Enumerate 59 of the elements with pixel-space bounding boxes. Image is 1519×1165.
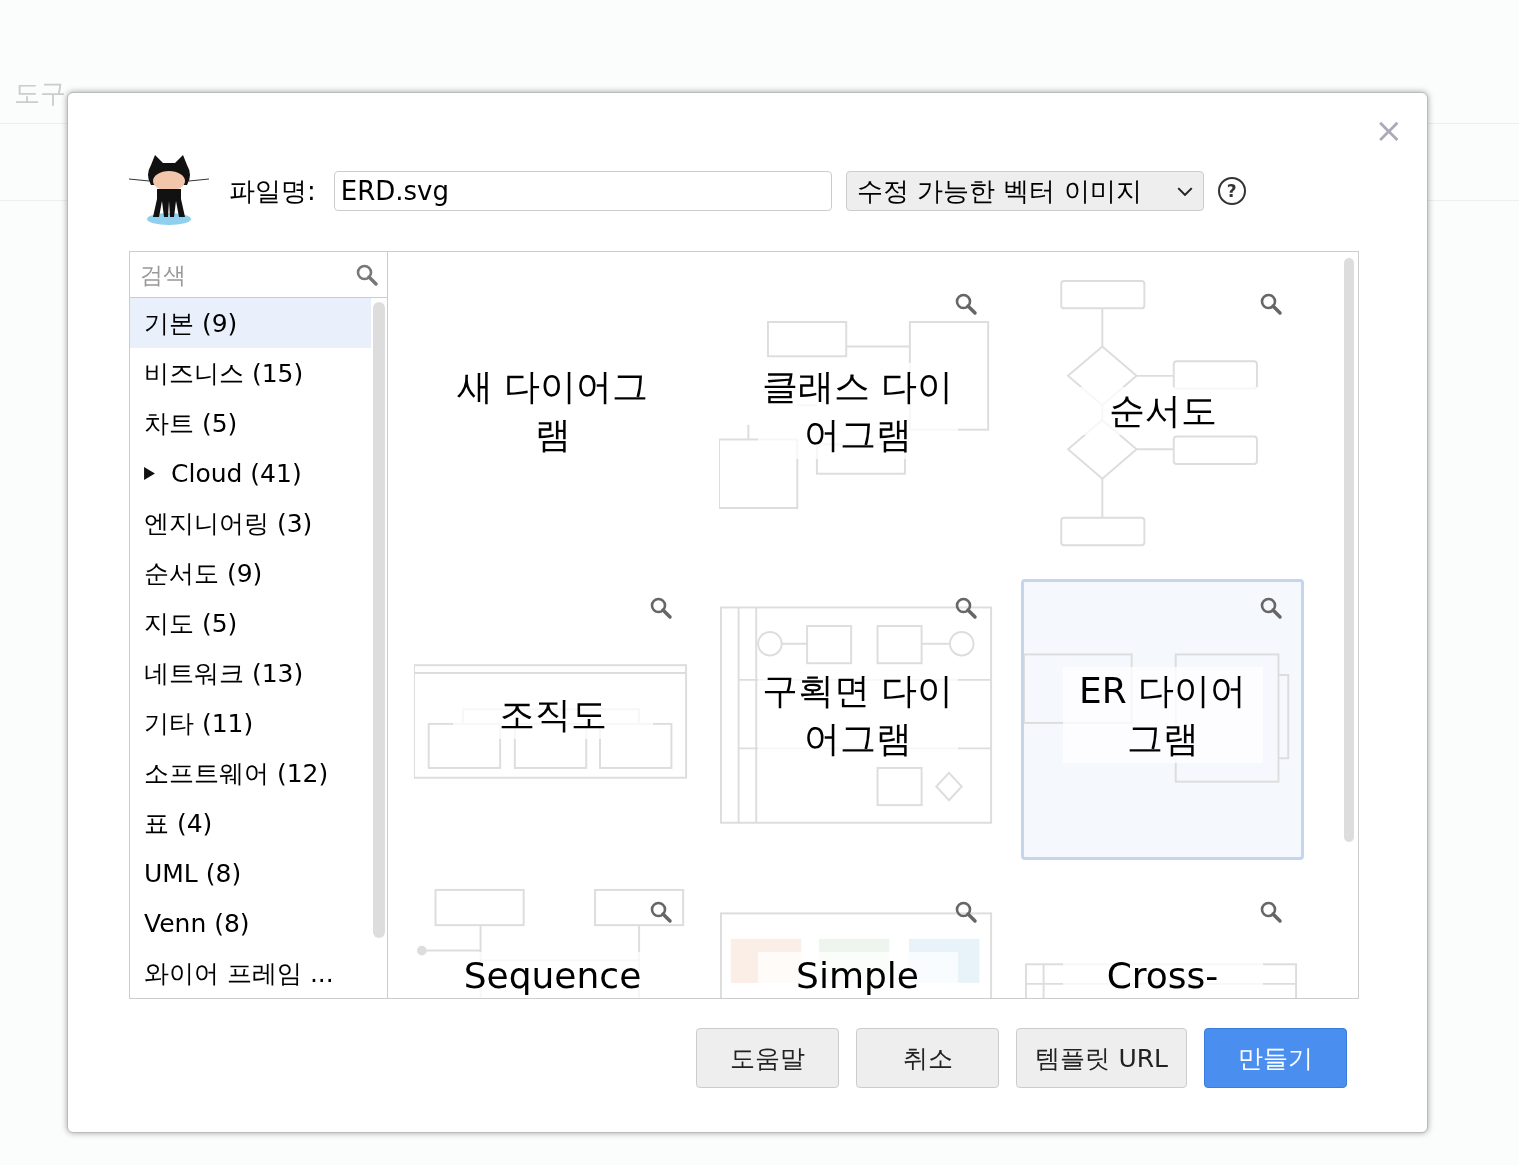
filename-label: 파일명: bbox=[229, 174, 316, 208]
category-item[interactable]: UML (8) bbox=[130, 848, 371, 898]
zoom-icon[interactable] bbox=[954, 900, 978, 924]
zoom-icon[interactable] bbox=[1259, 900, 1283, 924]
expand-icon bbox=[144, 466, 155, 480]
template-tile[interactable]: 순서도 bbox=[1021, 275, 1304, 556]
category-item[interactable]: 기본 (9) bbox=[130, 298, 371, 348]
category-item[interactable]: 지도 (5) bbox=[130, 598, 371, 648]
category-item[interactable]: 엔지니어링 (3) bbox=[130, 498, 371, 548]
category-item[interactable]: 네트워크 (13) bbox=[130, 648, 371, 698]
caret-icon bbox=[1176, 186, 1193, 196]
zoom-icon[interactable] bbox=[1259, 292, 1283, 316]
template-tile[interactable]: 클래스 다이어그램 bbox=[716, 275, 999, 556]
category-label: 소프트웨어 (12) bbox=[144, 757, 329, 790]
category-item[interactable]: 순서도 (9) bbox=[130, 548, 371, 598]
category-item[interactable]: 기타 (11) bbox=[130, 698, 371, 748]
zoom-icon[interactable] bbox=[954, 292, 978, 316]
format-dropdown[interactable]: 수정 가능한 벡터 이미지 bbox=[845, 171, 1204, 211]
category-label: 기본 (9) bbox=[144, 307, 238, 340]
category-label: 지도 (5) bbox=[144, 607, 238, 640]
search-icon bbox=[355, 262, 379, 287]
category-label: 순서도 (9) bbox=[144, 557, 263, 590]
zoom-icon[interactable] bbox=[1259, 596, 1283, 620]
category-label: 네트워크 (13) bbox=[144, 657, 304, 690]
dialog-button[interactable]: 템플릿 URL bbox=[1016, 1028, 1187, 1088]
scrollbar-thumb[interactable] bbox=[373, 302, 385, 938]
template-tile[interactable]: 조직도 bbox=[411, 579, 694, 860]
category-label: UML (8) bbox=[144, 858, 242, 888]
template-tile[interactable]: ER 다이어그램 bbox=[1021, 579, 1304, 860]
category-label: 표 (4) bbox=[144, 807, 213, 840]
category-item[interactable]: Venn (8) bbox=[130, 898, 371, 948]
category-label: Venn (8) bbox=[144, 908, 250, 938]
scrollbar-thumb[interactable] bbox=[1344, 258, 1354, 842]
category-item[interactable]: 비즈니스 (15) bbox=[130, 348, 371, 398]
cat-icon bbox=[129, 155, 209, 227]
category-label: 차트 (5) bbox=[144, 407, 238, 440]
zoom-icon[interactable] bbox=[954, 596, 978, 620]
zoom-icon[interactable] bbox=[649, 596, 673, 620]
category-item[interactable]: 와이어 프레임 ... bbox=[130, 948, 371, 998]
template-title: 클래스 다이어그램 bbox=[757, 362, 958, 459]
zoom-icon[interactable] bbox=[649, 900, 673, 924]
category-label: 비즈니스 (15) bbox=[144, 357, 304, 390]
dialog-button[interactable]: 도움말 bbox=[696, 1028, 840, 1088]
filename-field[interactable]: ERD.svg bbox=[333, 171, 832, 211]
category-item[interactable]: 소프트웨어 (12) bbox=[130, 748, 371, 798]
help-button[interactable]: ? bbox=[1217, 177, 1246, 205]
template-title: ER 다이어그램 bbox=[1062, 666, 1263, 763]
category-item[interactable]: 표 (4) bbox=[130, 798, 371, 848]
dialog-button[interactable]: 취소 bbox=[856, 1028, 1000, 1088]
category-label: Cloud (41) bbox=[171, 458, 302, 488]
template-tile[interactable]: 구획면 다이어그램 bbox=[716, 579, 999, 860]
template-title: Simple bbox=[757, 952, 958, 998]
template-tile[interactable]: 새 다이어그램 bbox=[411, 275, 694, 556]
category-label: 기타 (11) bbox=[144, 707, 254, 740]
template-tile[interactable]: Sequence bbox=[411, 883, 694, 998]
category-item[interactable]: Cloud (41) bbox=[130, 448, 371, 498]
category-label: 엔지니어링 (3) bbox=[144, 507, 313, 540]
category-item[interactable]: 차트 (5) bbox=[130, 398, 371, 448]
category-label: 와이어 프레임 ... bbox=[144, 957, 334, 990]
